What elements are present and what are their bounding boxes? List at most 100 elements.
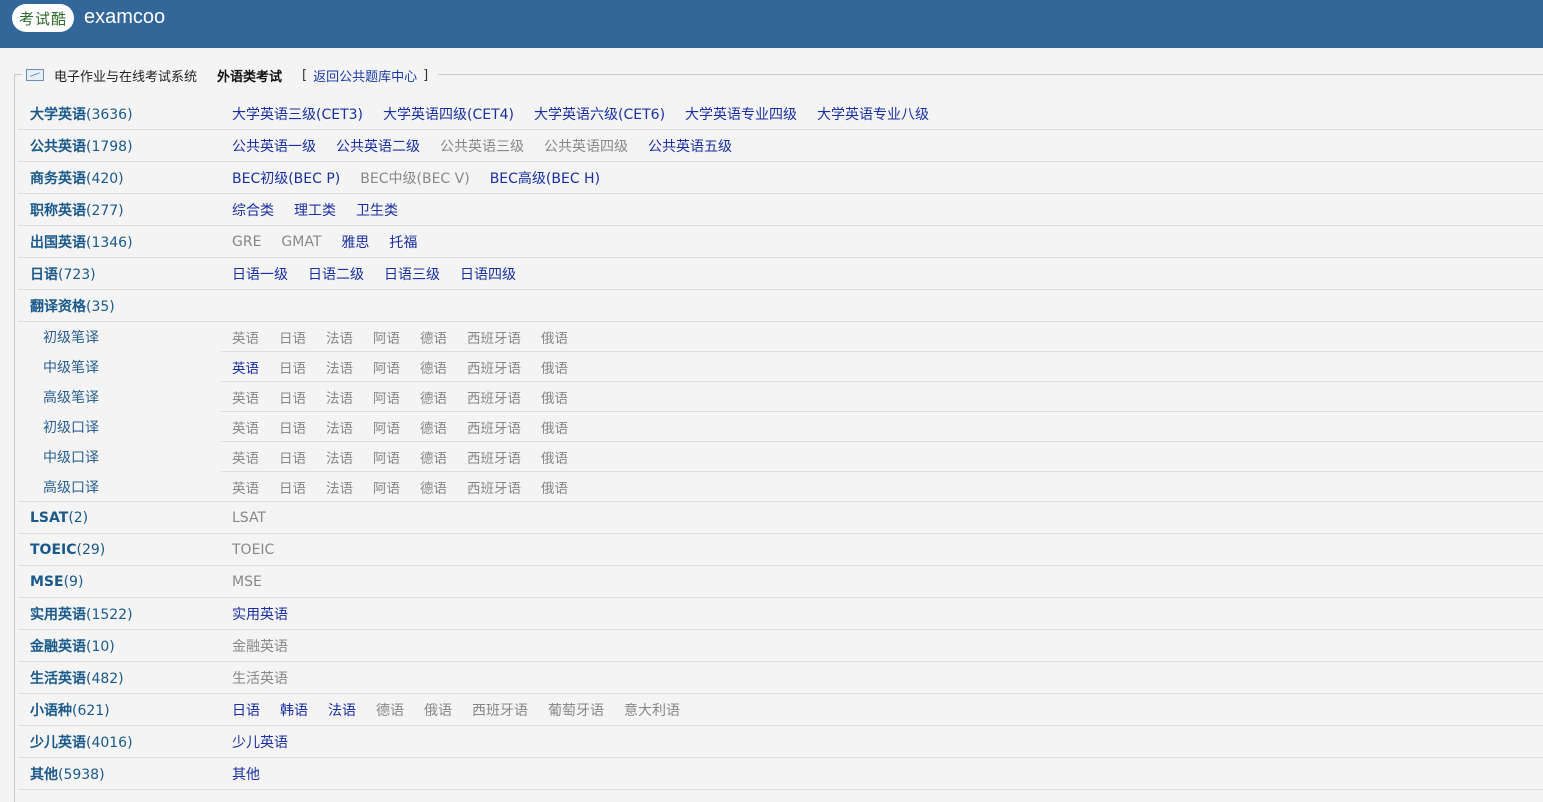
category-name: MSE	[30, 573, 64, 590]
exam-item-list: 少儿英语	[232, 732, 308, 752]
exam-item-link[interactable]: 日语	[232, 700, 260, 720]
exam-item-link: 俄语	[424, 702, 452, 719]
exam-item-link[interactable]: 公共英语一级	[232, 136, 316, 156]
category-link[interactable]: LSAT(2)	[18, 510, 232, 526]
exam-item-link[interactable]: 大学英语三级(CET3)	[232, 104, 363, 124]
exam-item-link[interactable]: 大学英语四级(CET4)	[383, 104, 514, 124]
exam-item-link[interactable]: 综合类	[232, 200, 274, 220]
category-name: 中级口译	[43, 449, 99, 466]
exam-item-link[interactable]: 法语	[328, 700, 356, 720]
breadcrumb-close-bracket: ]	[423, 67, 429, 83]
exam-item-link: 德语	[420, 330, 447, 347]
category-link[interactable]: 职称英语(277)	[18, 200, 232, 220]
exam-item-link[interactable]: 实用英语	[232, 604, 288, 624]
exam-item-link: 德语	[420, 450, 447, 467]
exam-item-link[interactable]: BEC初级(BEC P)	[232, 168, 340, 188]
subcategory-link[interactable]: 初级口译	[18, 417, 232, 437]
exam-item-link: GMAT	[281, 233, 322, 250]
exam-item-link: TOEIC	[232, 541, 275, 558]
exam-item-list: 实用英语	[232, 604, 308, 624]
exam-item-list: LSAT	[232, 510, 286, 526]
category-count: (4016)	[86, 734, 133, 751]
exam-item-link: 金融英语	[232, 638, 288, 655]
exam-item-link[interactable]: 卫生类	[356, 200, 398, 220]
exam-item-link[interactable]: 雅思	[341, 232, 369, 252]
subcategory-row: 初级笔译 英语 日语 法语 阿语 德语 西班牙语 俄语	[18, 322, 1543, 352]
subcategory-link[interactable]: 高级口译	[18, 477, 232, 497]
exam-item-link[interactable]: 英语	[232, 357, 259, 377]
category-row: 其他(5938) 其他	[18, 758, 1543, 790]
exam-item-link: 德语	[420, 420, 447, 437]
exam-item-link: 葡萄牙语	[548, 702, 604, 719]
exam-item-link[interactable]: 托福	[389, 232, 417, 252]
subcategory-row: 中级笔译 英语 日语 法语 阿语 德语 西班牙语 俄语	[18, 352, 1543, 382]
subcategory-link[interactable]: 高级笔译	[18, 387, 232, 407]
exam-item-link[interactable]: 日语二级	[308, 264, 364, 284]
exam-item-link[interactable]: 理工类	[294, 200, 336, 220]
exam-item-link: 西班牙语	[467, 480, 521, 497]
exam-item-link: MSE	[232, 573, 262, 590]
subcategory-link[interactable]: 初级笔译	[18, 327, 232, 347]
exam-item-link: LSAT	[232, 509, 266, 526]
category-link[interactable]: 翻译资格(35)	[18, 296, 232, 316]
exam-item-list: 英语 日语 法语 阿语 德语 西班牙语 俄语	[232, 327, 588, 347]
exam-item-link: 法语	[326, 450, 353, 467]
exam-item-link: 英语	[232, 480, 259, 497]
category-link[interactable]: 其他(5938)	[18, 764, 232, 784]
site-logo[interactable]: 考试酷	[12, 4, 74, 32]
exam-item-link[interactable]: 公共英语五级	[648, 136, 732, 156]
exam-item-link[interactable]: 少儿英语	[232, 732, 288, 752]
exam-item-list: 英语 日语 法语 阿语 德语 西班牙语 俄语	[232, 357, 588, 377]
exam-item-link: 英语	[232, 390, 259, 407]
category-link[interactable]: 出国英语(1346)	[18, 232, 232, 252]
breadcrumb-open-bracket: [	[302, 67, 308, 83]
category-link[interactable]: 公共英语(1798)	[18, 136, 232, 156]
subcategory-link[interactable]: 中级笔译	[18, 357, 232, 377]
exam-item-link[interactable]: 公共英语二级	[336, 136, 420, 156]
category-link[interactable]: 大学英语(3636)	[18, 104, 232, 124]
exam-item-link[interactable]: 大学英语专业四级	[685, 104, 797, 124]
exam-item-link[interactable]: 大学英语专业八级	[817, 104, 929, 124]
category-name: 生活英语	[30, 670, 86, 687]
category-row: 职称英语(277) 综合类 理工类 卫生类	[18, 194, 1543, 226]
category-name: 职称英语	[30, 202, 86, 219]
category-link[interactable]: 少儿英语(4016)	[18, 732, 232, 752]
exam-item-link: 俄语	[541, 390, 568, 407]
category-link[interactable]: 商务英语(420)	[18, 168, 232, 188]
exam-item-link[interactable]: 日语三级	[384, 264, 440, 284]
category-count: (35)	[86, 298, 115, 315]
exam-item-link[interactable]: BEC高级(BEC H)	[490, 168, 600, 188]
category-link[interactable]: 金融英语(10)	[18, 636, 232, 656]
category-count: (1522)	[86, 606, 133, 623]
category-link[interactable]: TOEIC(29)	[18, 542, 232, 558]
category-link[interactable]: 生活英语(482)	[18, 668, 232, 688]
category-row: 翻译资格(35)	[18, 290, 1543, 322]
exam-item-list: 综合类 理工类 卫生类	[232, 200, 418, 220]
category-name: 高级口译	[43, 479, 99, 496]
exam-item-link[interactable]: 韩语	[280, 700, 308, 720]
exam-item-link[interactable]: 日语四级	[460, 264, 516, 284]
exam-item-link: 日语	[279, 390, 306, 407]
exam-item-link[interactable]: 日语一级	[232, 264, 288, 284]
exam-item-link: 英语	[232, 450, 259, 467]
category-link[interactable]: 日语(723)	[18, 264, 232, 284]
category-row: 小语种(621) 日语 韩语 法语 德语 俄语 西班牙语 葡萄牙语 意大利语	[18, 694, 1543, 726]
category-name: 商务英语	[30, 170, 86, 187]
category-link[interactable]: MSE(9)	[18, 574, 232, 590]
subcategory-link[interactable]: 中级口译	[18, 447, 232, 467]
category-link[interactable]: 小语种(621)	[18, 700, 232, 720]
site-name[interactable]: examcoo	[84, 6, 165, 29]
top-header: 考试酷 examcoo	[0, 0, 1543, 48]
exam-item-list: TOEIC	[232, 542, 294, 558]
category-count: (9)	[63, 573, 84, 590]
exam-item-link[interactable]: 大学英语六级(CET6)	[534, 104, 665, 124]
category-count: (1798)	[86, 138, 133, 155]
category-link[interactable]: 实用英语(1522)	[18, 604, 232, 624]
back-to-public-bank-link[interactable]: 返回公共题库中心	[313, 66, 417, 85]
exam-item-link: 阿语	[373, 330, 400, 347]
exam-item-link: 俄语	[541, 330, 568, 347]
exam-item-link: 英语	[232, 330, 259, 347]
exam-item-list: 日语一级 日语二级 日语三级 日语四级	[232, 264, 536, 284]
category-name: 中级笔译	[43, 359, 99, 376]
exam-item-link[interactable]: 其他	[232, 764, 260, 784]
